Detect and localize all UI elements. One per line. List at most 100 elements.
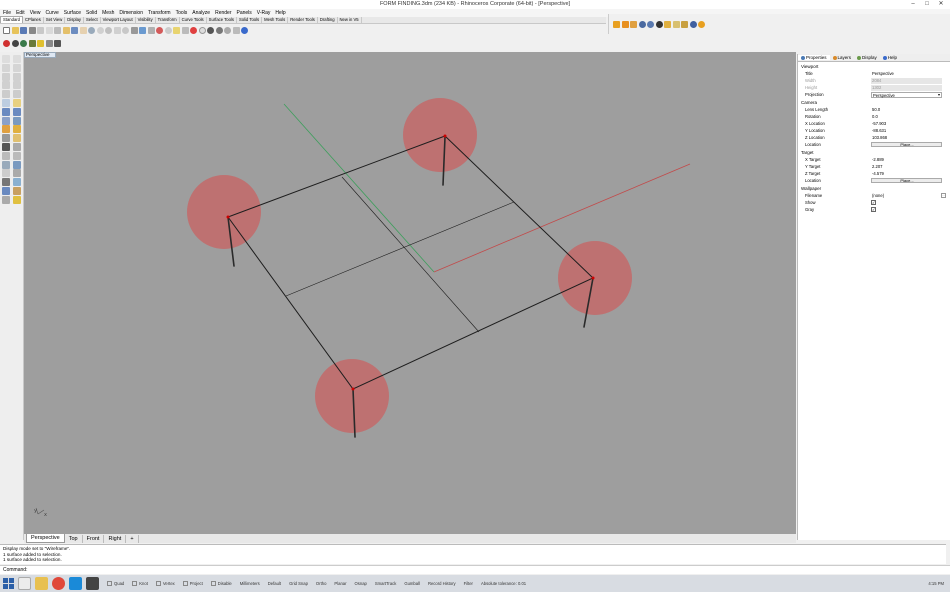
camera-icon[interactable] — [45, 39, 53, 47]
panel-tab-help[interactable]: Help — [880, 55, 900, 60]
array-icon[interactable] — [13, 160, 21, 169]
osnap-vertex-checkbox[interactable] — [155, 581, 161, 587]
osnap-knot[interactable]: Knot — [132, 581, 148, 587]
menu-render[interactable]: Render — [215, 10, 231, 16]
cut-icon[interactable] — [45, 26, 53, 34]
zoom-window-icon[interactable] — [105, 26, 112, 34]
menu-panels[interactable]: Panels — [237, 10, 252, 16]
menu-curve[interactable]: Curve — [45, 10, 58, 16]
vray-dome-icon[interactable] — [672, 20, 680, 28]
color-wheel-icon[interactable] — [190, 26, 197, 34]
folder-icon[interactable] — [35, 577, 48, 590]
paste-icon[interactable] — [62, 26, 70, 34]
open-file-icon[interactable] — [11, 26, 19, 34]
osnap-quad-checkbox[interactable] — [107, 581, 112, 587]
osnap-project-checkbox[interactable] — [182, 581, 188, 587]
point-icon[interactable] — [13, 55, 21, 63]
vray-light-icon[interactable] — [664, 20, 671, 28]
tab-select[interactable]: Select — [84, 17, 101, 23]
browse-wallpaper-button[interactable]: ··· — [941, 193, 946, 198]
polygon-icon[interactable] — [13, 90, 21, 99]
sphere-back[interactable] — [403, 98, 477, 172]
x-location-field[interactable]: -57.903 — [871, 121, 942, 127]
zoom-selected-icon[interactable] — [122, 26, 129, 34]
osnap-disable[interactable]: Disable — [210, 581, 232, 587]
panel-tab-layers[interactable]: Layers — [830, 55, 855, 60]
light-icon[interactable] — [13, 125, 21, 134]
layer-indicator[interactable]: Default — [268, 581, 281, 586]
viewport-tab-front[interactable]: Front — [83, 534, 105, 543]
planar-toggle[interactable]: Planar — [334, 581, 346, 586]
split-icon[interactable] — [13, 169, 21, 178]
osnap-disable-checkbox[interactable] — [210, 581, 216, 587]
z-location-field[interactable]: 103.868 — [871, 135, 942, 141]
menu-analyze[interactable]: Analyze — [192, 10, 210, 16]
cylinder-icon[interactable] — [2, 116, 10, 125]
x-target-field[interactable]: -2.889 — [871, 157, 942, 163]
tab-surface-tools[interactable]: Surface Tools — [207, 17, 237, 23]
material-icon[interactable] — [224, 26, 231, 34]
osnap-project[interactable]: Project — [182, 581, 203, 587]
vray-interactive-icon[interactable] — [621, 20, 629, 28]
rhino-icon[interactable] — [86, 577, 99, 590]
vray-frame-buffer-icon[interactable] — [630, 20, 637, 28]
rotation-field[interactable]: 0.0 — [871, 114, 942, 120]
menu-mesh[interactable]: Mesh — [102, 10, 114, 16]
polyline-icon[interactable] — [2, 63, 10, 72]
z-target-field[interactable]: -4.579 — [871, 171, 942, 177]
join-icon[interactable] — [2, 178, 10, 187]
help-icon[interactable] — [241, 26, 248, 34]
lock-icon[interactable] — [181, 26, 189, 34]
save-icon[interactable] — [20, 26, 27, 34]
zoom-extents-icon[interactable] — [113, 26, 121, 34]
control-point[interactable] — [226, 215, 230, 219]
smarttrack-toggle[interactable]: SmartTrack — [375, 581, 396, 586]
arc-icon[interactable] — [2, 81, 10, 90]
menu-transform[interactable]: Transform — [148, 10, 171, 16]
viewport-tab-right[interactable]: Right — [104, 534, 127, 543]
import-icon[interactable] — [37, 26, 44, 34]
sphere-front[interactable] — [315, 359, 389, 433]
menu-dimension[interactable]: Dimension — [119, 10, 143, 16]
copy-icon[interactable] — [54, 26, 61, 34]
perspective-viewport[interactable]: y x — [24, 52, 796, 534]
tab-drafting[interactable]: Drafting — [318, 17, 338, 23]
chrome-icon[interactable] — [52, 577, 65, 590]
new-file-icon[interactable] — [3, 26, 10, 34]
gumball-toggle[interactable]: Gumball — [404, 581, 420, 586]
material-cube-icon[interactable] — [28, 39, 36, 47]
close-button[interactable]: ✕ — [934, 0, 948, 9]
gray-wallpaper-checkbox[interactable]: ✓ — [871, 207, 876, 212]
rotate-view-icon[interactable] — [88, 26, 95, 34]
render-sphere-icon[interactable] — [198, 26, 206, 34]
analyze-icon[interactable] — [2, 195, 10, 204]
osnap-quad[interactable]: Quad — [107, 581, 124, 587]
tab-render-tools[interactable]: Render Tools — [288, 17, 318, 23]
cplane-icon[interactable] — [139, 26, 146, 34]
sphere-solid-icon[interactable] — [13, 107, 21, 116]
add-viewport-tab-button[interactable]: + — [126, 534, 139, 543]
select-arrow-icon[interactable] — [2, 55, 10, 63]
explode-icon[interactable] — [13, 178, 21, 187]
options-icon[interactable] — [232, 26, 240, 34]
trim-icon[interactable] — [2, 169, 10, 178]
transform-move-icon[interactable] — [2, 142, 10, 151]
sphere-right[interactable] — [558, 241, 632, 315]
tab-solid-tools[interactable]: Solid Tools — [237, 17, 263, 23]
lens-length-field[interactable]: 50.0 — [871, 107, 942, 113]
sphere-left[interactable] — [187, 175, 261, 249]
skype-icon[interactable] — [69, 577, 82, 590]
red-sphere-icon[interactable] — [3, 39, 10, 47]
panel-tab-properties[interactable]: Properties — [798, 55, 830, 60]
surface-frame[interactable] — [227, 135, 594, 390]
undo-icon[interactable] — [71, 26, 78, 34]
menu-surface[interactable]: Surface — [64, 10, 81, 16]
line-icon[interactable] — [13, 63, 21, 72]
green-sphere-icon[interactable] — [20, 39, 27, 47]
tab-mesh-tools[interactable]: Mesh Tools — [262, 17, 289, 23]
menu-help[interactable]: Help — [275, 10, 285, 16]
circle-icon[interactable] — [13, 72, 21, 81]
osnap-knot-checkbox[interactable] — [132, 581, 138, 587]
light-bulb-icon[interactable] — [173, 26, 180, 34]
zoom-icon[interactable] — [96, 26, 104, 34]
